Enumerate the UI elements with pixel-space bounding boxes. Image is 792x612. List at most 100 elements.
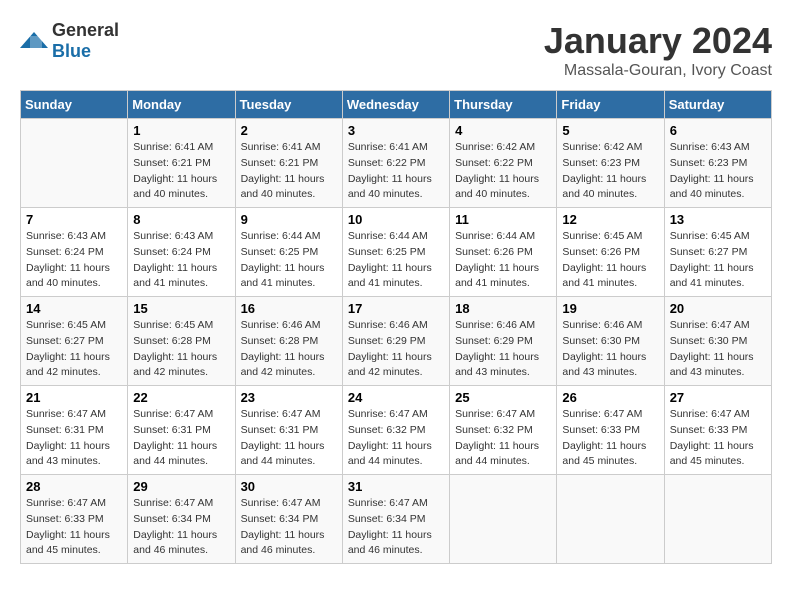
sunrise-text: Sunrise: 6:41 AM	[133, 140, 229, 156]
calendar-cell: 11 Sunrise: 6:44 AMSunset: 6:26 PMDayligh…	[450, 208, 557, 297]
sunset-text: Sunset: 6:32 PM	[455, 423, 551, 439]
daylight-text-2: and 46 minutes.	[241, 543, 337, 559]
daylight-text-2: and 42 minutes.	[348, 365, 444, 381]
calendar-cell: 23Sunrise: 6:47 AMSunset: 6:31 PMDayligh…	[235, 386, 342, 475]
day-info: Sunrise: 6:47 AMSunset: 6:31 PMDaylight:…	[133, 407, 229, 470]
day-info: Sunrise: 6:43 AMSunset: 6:23 PMDaylight:…	[670, 140, 766, 203]
daylight-text-2: and 44 minutes.	[348, 454, 444, 470]
day-info: Sunrise: 6:43 AMSunset: 6:24 PMDaylight:…	[26, 229, 122, 292]
daylight-text-2: and 40 minutes.	[562, 187, 658, 203]
calendar-cell: 20Sunrise: 6:47 AMSunset: 6:30 PMDayligh…	[664, 297, 771, 386]
sunset-text: Sunset: 6:25 PM	[348, 245, 444, 261]
sunrise-text: Sunrise: 6:47 AM	[348, 496, 444, 512]
daylight-text-1: Daylight: 11 hours	[241, 528, 337, 544]
daylight-text-2: and 42 minutes.	[241, 365, 337, 381]
daylight-text-1: Daylight: 11 hours	[670, 172, 766, 188]
daylight-text-1: Daylight: 11 hours	[348, 261, 444, 277]
daylight-text-1: Daylight: 11 hours	[133, 528, 229, 544]
day-info: Sunrise: 6:45 AMSunset: 6:27 PMDaylight:…	[26, 318, 122, 381]
day-info: Sunrise: 6:43 AMSunset: 6:24 PMDaylight:…	[133, 229, 229, 292]
day-number: 25	[455, 390, 551, 405]
day-info: Sunrise: 6:44 AMSunset: 6:25 PMDaylight:…	[348, 229, 444, 292]
daylight-text-1: Daylight: 11 hours	[670, 439, 766, 455]
daylight-text-2: and 43 minutes.	[670, 365, 766, 381]
daylight-text-2: and 41 minutes.	[670, 276, 766, 292]
day-info: Sunrise: 6:44 AMSunset: 6:26 PMDaylight:…	[455, 229, 551, 292]
sunrise-text: Sunrise: 6:47 AM	[455, 407, 551, 423]
header-monday: Monday	[128, 91, 235, 119]
sunset-text: Sunset: 6:34 PM	[133, 512, 229, 528]
daylight-text-1: Daylight: 11 hours	[133, 350, 229, 366]
daylight-text-1: Daylight: 11 hours	[670, 350, 766, 366]
sunset-text: Sunset: 6:27 PM	[670, 245, 766, 261]
calendar-week-3: 14Sunrise: 6:45 AMSunset: 6:27 PMDayligh…	[21, 297, 772, 386]
location-title: Massala-Gouran, Ivory Coast	[544, 62, 772, 80]
calendar-cell: 1Sunrise: 6:41 AMSunset: 6:21 PMDaylight…	[128, 119, 235, 208]
day-number: 24	[348, 390, 444, 405]
daylight-text-2: and 43 minutes.	[26, 454, 122, 470]
calendar-week-2: 7Sunrise: 6:43 AMSunset: 6:24 PMDaylight…	[21, 208, 772, 297]
calendar-cell	[450, 475, 557, 564]
sunset-text: Sunset: 6:30 PM	[562, 334, 658, 350]
day-number: 15	[133, 301, 229, 316]
sunrise-text: Sunrise: 6:47 AM	[26, 407, 122, 423]
day-info: Sunrise: 6:41 AMSunset: 6:21 PMDaylight:…	[133, 140, 229, 203]
sunrise-text: Sunrise: 6:47 AM	[670, 318, 766, 334]
day-number: 11	[455, 212, 551, 227]
sunset-text: Sunset: 6:23 PM	[670, 156, 766, 172]
calendar-cell: 6Sunrise: 6:43 AMSunset: 6:23 PMDaylight…	[664, 119, 771, 208]
sunset-text: Sunset: 6:31 PM	[241, 423, 337, 439]
sunset-text: Sunset: 6:32 PM	[348, 423, 444, 439]
daylight-text-1: Daylight: 11 hours	[133, 439, 229, 455]
sunset-text: Sunset: 6:21 PM	[241, 156, 337, 172]
daylight-text-1: Daylight: 11 hours	[455, 172, 551, 188]
logo-blue: Blue	[52, 41, 91, 61]
daylight-text-1: Daylight: 11 hours	[348, 350, 444, 366]
sunset-text: Sunset: 6:34 PM	[241, 512, 337, 528]
calendar-cell: 21Sunrise: 6:47 AMSunset: 6:31 PMDayligh…	[21, 386, 128, 475]
daylight-text-1: Daylight: 11 hours	[670, 261, 766, 277]
day-number: 26	[562, 390, 658, 405]
day-info: Sunrise: 6:42 AMSunset: 6:22 PMDaylight:…	[455, 140, 551, 203]
day-info: Sunrise: 6:46 AMSunset: 6:28 PMDaylight:…	[241, 318, 337, 381]
calendar-cell: 31Sunrise: 6:47 AMSunset: 6:34 PMDayligh…	[342, 475, 449, 564]
daylight-text-1: Daylight: 11 hours	[241, 439, 337, 455]
daylight-text-2: and 40 minutes.	[26, 276, 122, 292]
day-info: Sunrise: 6:47 AMSunset: 6:34 PMDaylight:…	[348, 496, 444, 559]
day-number: 7	[26, 212, 122, 227]
sunset-text: Sunset: 6:33 PM	[26, 512, 122, 528]
daylight-text-2: and 46 minutes.	[133, 543, 229, 559]
day-number: 27	[670, 390, 766, 405]
daylight-text-2: and 41 minutes.	[241, 276, 337, 292]
calendar-cell: 24Sunrise: 6:47 AMSunset: 6:32 PMDayligh…	[342, 386, 449, 475]
sunrise-text: Sunrise: 6:45 AM	[562, 229, 658, 245]
sunrise-text: Sunrise: 6:46 AM	[455, 318, 551, 334]
title-section: January 2024 Massala-Gouran, Ivory Coast	[544, 20, 772, 80]
day-number: 2	[241, 123, 337, 138]
sunset-text: Sunset: 6:24 PM	[133, 245, 229, 261]
day-number: 18	[455, 301, 551, 316]
day-info: Sunrise: 6:45 AMSunset: 6:27 PMDaylight:…	[670, 229, 766, 292]
calendar-cell: 28Sunrise: 6:47 AMSunset: 6:33 PMDayligh…	[21, 475, 128, 564]
sunset-text: Sunset: 6:28 PM	[241, 334, 337, 350]
day-info: Sunrise: 6:47 AMSunset: 6:34 PMDaylight:…	[241, 496, 337, 559]
day-number: 29	[133, 479, 229, 494]
day-info: Sunrise: 6:47 AMSunset: 6:33 PMDaylight:…	[562, 407, 658, 470]
calendar-cell	[21, 119, 128, 208]
day-info: Sunrise: 6:41 AMSunset: 6:21 PMDaylight:…	[241, 140, 337, 203]
sunrise-text: Sunrise: 6:43 AM	[26, 229, 122, 245]
sunrise-text: Sunrise: 6:43 AM	[670, 140, 766, 156]
calendar-cell: 25Sunrise: 6:47 AMSunset: 6:32 PMDayligh…	[450, 386, 557, 475]
calendar-cell: 10Sunrise: 6:44 AMSunset: 6:25 PMDayligh…	[342, 208, 449, 297]
sunrise-text: Sunrise: 6:46 AM	[241, 318, 337, 334]
daylight-text-1: Daylight: 11 hours	[348, 172, 444, 188]
day-number: 19	[562, 301, 658, 316]
daylight-text-1: Daylight: 11 hours	[348, 439, 444, 455]
daylight-text-1: Daylight: 11 hours	[241, 261, 337, 277]
calendar-cell: 29Sunrise: 6:47 AMSunset: 6:34 PMDayligh…	[128, 475, 235, 564]
calendar-cell: 13Sunrise: 6:45 AMSunset: 6:27 PMDayligh…	[664, 208, 771, 297]
header-thursday: Thursday	[450, 91, 557, 119]
calendar-cell: 14Sunrise: 6:45 AMSunset: 6:27 PMDayligh…	[21, 297, 128, 386]
sunset-text: Sunset: 6:22 PM	[455, 156, 551, 172]
daylight-text-2: and 44 minutes.	[455, 454, 551, 470]
